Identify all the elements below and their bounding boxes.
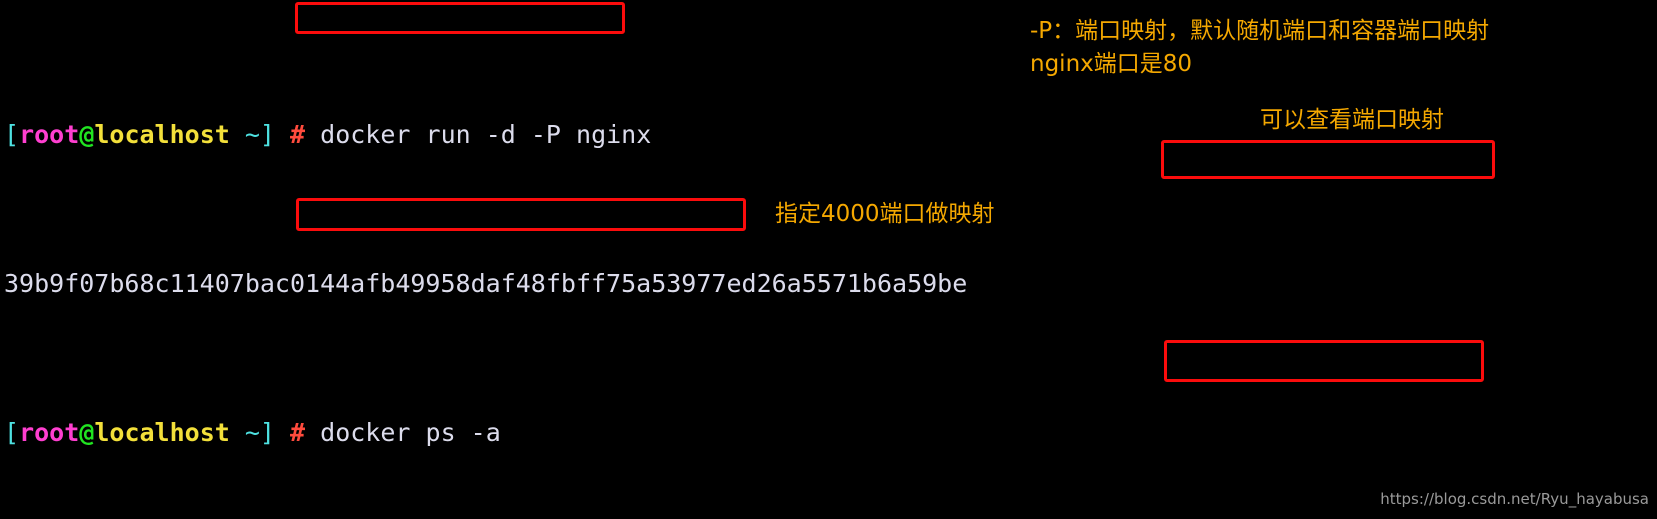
terminal-screen: [root@localhost ~] # docker run -d -P ng…: [4, 1, 1657, 519]
prompt-user: root: [19, 418, 80, 448]
prompt-user: root: [19, 120, 80, 150]
annotation-P-flag-line2: nginx端口是80: [1030, 51, 1193, 77]
annotation-specify-4000: 指定4000端口做映射: [775, 201, 995, 227]
prompt-hash: #: [290, 120, 306, 150]
output-container-id-1: 39b9f07b68c11407bac0144afb49958daf48fbff…: [4, 269, 968, 299]
annotation-P-flag-line1: -P：端口映射，默认随机端口和容器端口映射: [1030, 18, 1490, 44]
prompt-host: localhost: [94, 120, 230, 150]
prompt-at: @: [79, 418, 95, 448]
prompt-host: localhost: [94, 418, 230, 448]
command-docker-ps-a-1: docker ps -a: [320, 418, 501, 448]
watermark-url: https://blog.csdn.net/Ryu_hayabusa: [1380, 490, 1649, 509]
prompt-open-bracket: [: [4, 418, 20, 448]
command-docker-run-P: docker run -d -P nginx: [320, 120, 652, 150]
prompt-at: @: [79, 120, 95, 150]
terminal-line-prompt-2: [root@localhost ~] # docker ps -a: [4, 418, 1657, 448]
annotation-view-port-mapping: 可以查看端口映射: [1260, 107, 1444, 133]
prompt-open-bracket: [: [4, 120, 20, 150]
prompt-close-bracket: ~]: [229, 418, 275, 448]
terminal-window[interactable]: [root@localhost ~] # docker run -d -P ng…: [0, 0, 1657, 519]
prompt-close-bracket: ~]: [229, 120, 275, 150]
prompt-hash: #: [290, 418, 306, 448]
